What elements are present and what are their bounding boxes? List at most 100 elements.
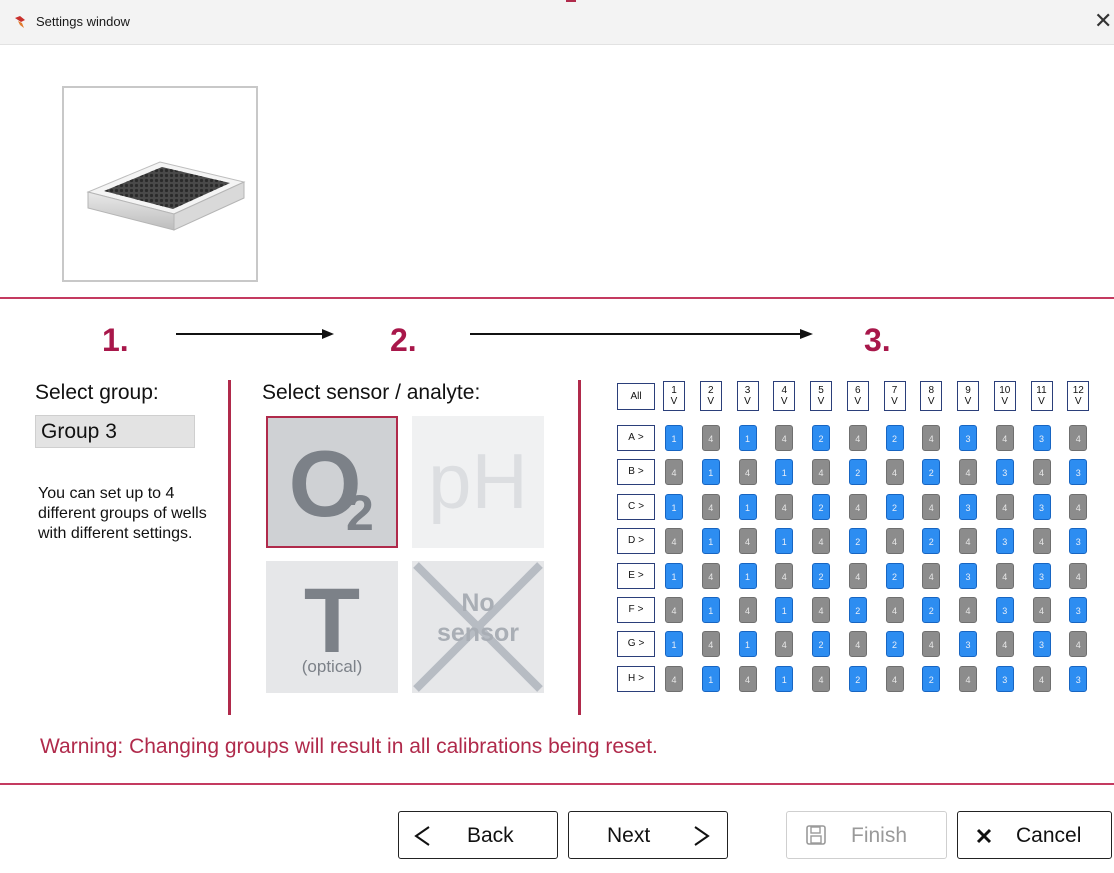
well[interactable]: 4: [738, 459, 757, 486]
row-select-button[interactable]: F >: [617, 597, 655, 623]
well[interactable]: 2: [812, 425, 830, 451]
well[interactable]: 4: [775, 425, 794, 451]
sensor-tile-ph[interactable]: pH: [412, 416, 544, 548]
cancel-button[interactable]: Cancel: [957, 811, 1112, 859]
well[interactable]: 2: [885, 493, 904, 520]
well[interactable]: 4: [995, 425, 1014, 451]
well[interactable]: 4: [959, 528, 977, 555]
well[interactable]: 1: [775, 597, 794, 623]
well[interactable]: 4: [995, 493, 1014, 520]
well[interactable]: 2: [922, 597, 941, 623]
well[interactable]: 3: [1032, 493, 1051, 520]
well[interactable]: 4: [922, 631, 941, 658]
well[interactable]: 4: [959, 459, 977, 486]
well[interactable]: 4: [959, 665, 977, 692]
row-select-button[interactable]: H >: [617, 665, 655, 692]
well[interactable]: 1: [775, 459, 794, 486]
well[interactable]: 1: [701, 597, 720, 623]
well[interactable]: 4: [1069, 493, 1088, 520]
well[interactable]: 3: [959, 562, 977, 589]
row-select-button[interactable]: G >: [617, 631, 655, 658]
well[interactable]: 4: [775, 562, 794, 589]
well[interactable]: 4: [885, 665, 904, 692]
well[interactable]: 4: [1069, 631, 1088, 658]
well[interactable]: 4: [812, 459, 830, 486]
well[interactable]: 3: [1032, 631, 1051, 658]
well[interactable]: 4: [1069, 425, 1088, 451]
well[interactable]: 1: [775, 528, 794, 555]
well[interactable]: 4: [922, 425, 941, 451]
well[interactable]: 4: [812, 528, 830, 555]
well[interactable]: 4: [848, 493, 867, 520]
well[interactable]: 3: [995, 528, 1014, 555]
column-select-button[interactable]: 11 V: [1030, 381, 1053, 411]
column-select-button[interactable]: 9V: [957, 381, 979, 411]
well[interactable]: 4: [812, 665, 830, 692]
well[interactable]: 2: [885, 562, 904, 589]
well[interactable]: 4: [775, 631, 794, 658]
column-select-button[interactable]: 7V: [883, 381, 906, 411]
well[interactable]: 4: [1032, 459, 1051, 486]
well[interactable]: 3: [959, 425, 977, 451]
well[interactable]: 4: [885, 597, 904, 623]
well[interactable]: 1: [738, 562, 757, 589]
well[interactable]: 1: [665, 562, 683, 589]
well[interactable]: 3: [1069, 597, 1088, 623]
sensor-tile-o2[interactable]: O 2: [266, 416, 398, 548]
well[interactable]: 4: [812, 597, 830, 623]
well[interactable]: 4: [701, 631, 720, 658]
well[interactable]: 4: [665, 597, 683, 623]
row-select-button[interactable]: D >: [617, 528, 655, 555]
back-button[interactable]: Back: [398, 811, 558, 859]
well[interactable]: 4: [701, 493, 720, 520]
well[interactable]: 4: [1032, 665, 1051, 692]
well[interactable]: 3: [1032, 562, 1051, 589]
well[interactable]: 3: [1069, 665, 1088, 692]
column-select-button[interactable]: 8V: [920, 381, 943, 411]
finish-button[interactable]: Finish: [786, 811, 947, 859]
well[interactable]: 4: [959, 597, 977, 623]
well[interactable]: 2: [812, 631, 830, 658]
well[interactable]: 2: [885, 631, 904, 658]
column-select-button[interactable]: 5V: [810, 381, 832, 411]
well[interactable]: 2: [922, 459, 941, 486]
column-select-button[interactable]: 2V: [699, 381, 722, 411]
sensor-tile-temperature[interactable]: T (optical): [266, 561, 398, 693]
well[interactable]: 4: [738, 665, 757, 692]
well[interactable]: 1: [701, 528, 720, 555]
well[interactable]: 1: [738, 425, 757, 451]
well[interactable]: 4: [1032, 597, 1051, 623]
well[interactable]: 4: [701, 425, 720, 451]
well[interactable]: 1: [701, 459, 720, 486]
column-select-button[interactable]: 6V: [846, 381, 869, 411]
well[interactable]: 1: [665, 493, 683, 520]
well[interactable]: 4: [665, 528, 683, 555]
well[interactable]: 4: [922, 493, 941, 520]
column-select-button[interactable]: 1V: [663, 381, 685, 411]
well[interactable]: 2: [922, 665, 941, 692]
well[interactable]: 3: [959, 631, 977, 658]
group-selector[interactable]: Group 3: [35, 415, 195, 448]
well[interactable]: 3: [1069, 528, 1088, 555]
column-select-button[interactable]: 4V: [773, 381, 796, 411]
well[interactable]: 1: [665, 425, 683, 451]
well[interactable]: 1: [738, 493, 757, 520]
well[interactable]: 1: [701, 665, 720, 692]
well[interactable]: 4: [885, 528, 904, 555]
row-select-button[interactable]: E >: [617, 562, 655, 589]
well[interactable]: 3: [995, 459, 1014, 486]
well[interactable]: 1: [738, 631, 757, 658]
well[interactable]: 3: [1032, 425, 1051, 451]
row-select-button[interactable]: C >: [617, 493, 655, 520]
row-select-button[interactable]: B >: [617, 459, 655, 486]
well[interactable]: 3: [995, 597, 1014, 623]
sensor-tile-no-sensor[interactable]: No sensor: [412, 561, 544, 693]
well[interactable]: 2: [885, 425, 904, 451]
well[interactable]: 4: [848, 562, 867, 589]
well[interactable]: 2: [848, 665, 867, 692]
close-icon[interactable]: ✕: [1094, 8, 1114, 34]
well[interactable]: 3: [959, 493, 977, 520]
well[interactable]: 2: [812, 562, 830, 589]
select-all-button[interactable]: All: [617, 383, 655, 410]
well[interactable]: 4: [922, 562, 941, 589]
